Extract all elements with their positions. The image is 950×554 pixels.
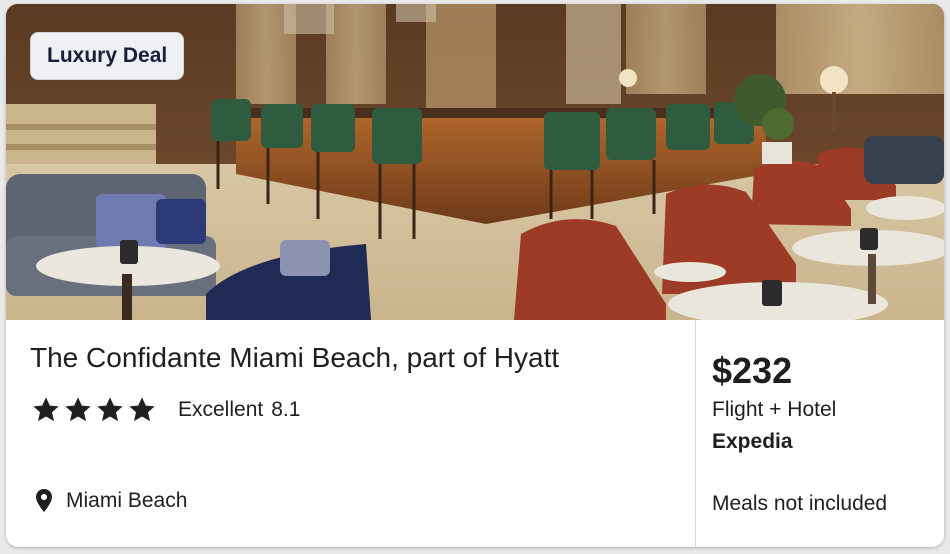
hotel-deal-card[interactable]: Luxury Deal The Confidante Miami Beach, … bbox=[6, 4, 944, 547]
star-rating bbox=[30, 394, 158, 426]
star-icon bbox=[33, 397, 59, 422]
meals-info: Meals not included bbox=[712, 492, 888, 515]
star-icon bbox=[129, 397, 155, 422]
rating-row: Excellent 8.1 bbox=[30, 394, 300, 426]
location-pin-icon bbox=[36, 489, 52, 512]
package-type: Flight + Hotel bbox=[712, 398, 837, 421]
rating-score: 8.1 bbox=[271, 398, 301, 421]
hotel-name[interactable]: The Confidante Miami Beach, part of Hyat… bbox=[30, 342, 559, 374]
luxury-deal-badge: Luxury Deal bbox=[30, 32, 185, 80]
star-icon bbox=[65, 397, 91, 422]
price-value: $232 bbox=[712, 350, 793, 391]
rating-label: Excellent bbox=[178, 398, 264, 421]
provider-name: Expedia bbox=[712, 430, 793, 453]
location-row: Miami Beach bbox=[34, 488, 187, 514]
hotel-info-section: The Confidante Miami Beach, part of Hyat… bbox=[6, 320, 695, 547]
star-icon bbox=[97, 397, 123, 422]
price-section: $232 Flight + Hotel Expedia Meals not in… bbox=[696, 320, 944, 547]
location-text: Miami Beach bbox=[66, 489, 188, 512]
hotel-photo[interactable]: Luxury Deal bbox=[6, 4, 944, 320]
